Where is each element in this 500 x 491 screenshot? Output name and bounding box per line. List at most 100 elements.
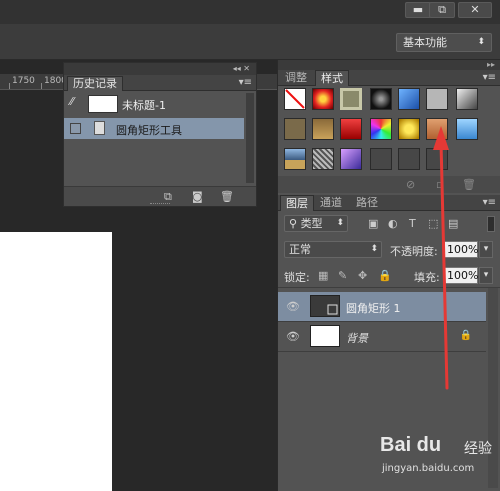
lock-icon: 🔒 (459, 330, 472, 341)
style-swatch[interactable] (340, 118, 362, 140)
filter-toggle[interactable] (487, 216, 495, 232)
resize-grip[interactable] (150, 203, 170, 206)
camera-icon[interactable]: ◙ (192, 190, 203, 203)
style-swatch[interactable] (312, 88, 334, 110)
style-swatch[interactable] (398, 148, 420, 170)
fill-field[interactable]: 100% (444, 267, 478, 284)
tab-layers[interactable]: 图层 (280, 195, 314, 211)
history-scrollbar[interactable] (246, 93, 254, 183)
opacity-label: 不透明度: (390, 245, 438, 258)
shape-layer-icon (327, 304, 338, 315)
style-swatch-none[interactable] (284, 88, 306, 110)
layer-filter-row: ⚲ 类型 ⬍ ▣ ◐ T ⬚ ▤ (278, 212, 500, 236)
lock-row: 锁定: ▦ ✎ ✥ 🔒 填充: 100% ▾ (278, 264, 500, 288)
fill-label: 填充: (414, 271, 440, 284)
document-icon (94, 121, 105, 135)
smart-object-filter-icon[interactable]: ▤ (448, 217, 458, 230)
chevron-updown-icon: ⬍ (370, 244, 378, 254)
layer-name[interactable]: 背景 (346, 330, 368, 346)
watermark-suffix: 经验 (464, 441, 492, 457)
background-layer-thumbnail (310, 325, 340, 347)
right-panel-dock: ▸▸ 调整 样式 ▾≡ ⊘ ▫ 🗑 图层 通道 路径 ▾≡ ⚲ 类型 ⬍ ▣ ◐… (277, 60, 500, 491)
styles-grid (280, 88, 488, 176)
workspace-label: 基本功能 (403, 36, 447, 49)
filter-kind-label: 类型 (300, 217, 323, 230)
eye-icon[interactable]: 👁 (286, 300, 300, 313)
lock-label: 锁定: (284, 271, 310, 284)
history-snapshot[interactable]: ⁄⁄ 未标题-1 (64, 93, 244, 115)
fill-dropdown-button[interactable]: ▾ (479, 267, 493, 284)
layer-name[interactable]: 圆角矩形 1 (346, 300, 401, 316)
tab-adjustments[interactable]: 调整 (280, 70, 312, 86)
opacity-field[interactable]: 100% (444, 241, 478, 258)
blend-mode-dropdown[interactable]: 正常 ⬍ (284, 241, 382, 258)
document-canvas[interactable] (0, 232, 112, 491)
snapshot-label: 未标题-1 (122, 99, 166, 112)
clear-style-icon[interactable]: ⊘ (406, 178, 415, 191)
workspace-dropdown[interactable]: 基本功能 ⬍ (396, 33, 492, 52)
style-swatch[interactable] (398, 118, 420, 140)
history-panel-tabs: 历史记录 ▾≡ (64, 75, 256, 91)
style-swatch[interactable] (398, 88, 420, 110)
style-swatch[interactable] (312, 118, 334, 140)
styles-footer: ⊘ ▫ 🗑 (278, 176, 500, 193)
tab-paths[interactable]: 路径 (351, 195, 383, 211)
new-document-icon[interactable]: ⧉ (164, 190, 172, 204)
trash-icon[interactable]: 🗑 (462, 178, 476, 191)
layer-row-rounded-rect[interactable]: 👁 圆角矩形 1 (278, 292, 486, 322)
style-swatch[interactable] (312, 148, 334, 170)
minimize-button[interactable]: ▬ (405, 2, 431, 18)
style-swatch[interactable] (456, 118, 478, 140)
style-swatch[interactable] (284, 118, 306, 140)
blend-row: 正常 ⬍ 不透明度: 100% ▾ (278, 238, 500, 262)
shape-filter-icon[interactable]: ⬚ (428, 217, 438, 230)
panel-menu-icon[interactable]: ▾≡ (483, 72, 496, 83)
opacity-dropdown-button[interactable]: ▾ (479, 241, 493, 258)
options-bar: 基本功能 ⬍ (0, 24, 500, 60)
style-swatch[interactable] (426, 88, 448, 110)
trash-icon[interactable]: 🗑 (220, 190, 234, 203)
lock-position-icon[interactable]: ✥ (358, 269, 367, 282)
close-button[interactable]: ✕ (458, 2, 492, 18)
snapshot-thumbnail (88, 95, 118, 113)
history-brush-icon[interactable]: ⁄⁄ (70, 95, 74, 108)
none-slash-icon (285, 89, 305, 109)
styles-panel-tabs: 调整 样式 ▾≡ (278, 70, 500, 86)
layers-panel-tabs: 图层 通道 路径 ▾≡ (278, 195, 500, 211)
style-swatch[interactable] (340, 88, 362, 110)
shape-layer-thumbnail (310, 295, 340, 317)
history-panel: ◂◂ ✕ 历史记录 ▾≡ ⁄⁄ 未标题-1 圆角矩形工具 ⧉ ◙ 🗑 (63, 62, 257, 207)
layer-row-background[interactable]: 👁 背景 🔒 (278, 322, 486, 352)
lock-transparent-icon[interactable]: ▦ (318, 269, 328, 282)
style-swatch[interactable] (456, 88, 478, 110)
blend-mode-label: 正常 (289, 243, 311, 256)
tab-channels[interactable]: 通道 (315, 195, 347, 211)
type-filter-icon[interactable]: T (409, 217, 416, 230)
style-swatch[interactable] (426, 118, 448, 140)
restore-button[interactable]: ⧉ (429, 2, 455, 18)
watermark-url: jingyan.baidu.com (382, 463, 475, 474)
style-swatch[interactable] (340, 148, 362, 170)
adjustment-filter-icon[interactable]: ◐ (388, 217, 398, 230)
style-swatch[interactable] (426, 148, 448, 170)
style-swatch[interactable] (284, 148, 306, 170)
title-bar: ▬ ⧉ ✕ (0, 0, 500, 24)
lock-image-icon[interactable]: ✎ (338, 269, 347, 282)
tab-history[interactable]: 历史记录 (67, 76, 123, 91)
history-panel-titlebar[interactable]: ◂◂ ✕ (64, 63, 256, 75)
filter-kind-dropdown[interactable]: ⚲ 类型 ⬍ (284, 215, 348, 232)
new-style-icon[interactable]: ▫ (436, 178, 443, 191)
style-swatch[interactable] (370, 148, 392, 170)
tab-styles[interactable]: 样式 (315, 70, 349, 86)
eye-icon[interactable]: 👁 (286, 330, 300, 343)
style-swatch[interactable] (370, 88, 392, 110)
style-swatch[interactable] (370, 118, 392, 140)
panel-menu-icon[interactable]: ▾≡ (483, 197, 496, 208)
history-brush-checkbox[interactable] (70, 123, 81, 134)
pixel-filter-icon[interactable]: ▣ (368, 217, 378, 230)
lock-all-icon[interactable]: 🔒 (378, 269, 392, 282)
history-state[interactable]: 圆角矩形工具 (64, 118, 244, 139)
dock-collapse-bar[interactable]: ▸▸ (278, 60, 500, 70)
watermark-logo: Bai du (380, 434, 442, 456)
panel-menu-icon[interactable]: ▾≡ (239, 77, 252, 88)
